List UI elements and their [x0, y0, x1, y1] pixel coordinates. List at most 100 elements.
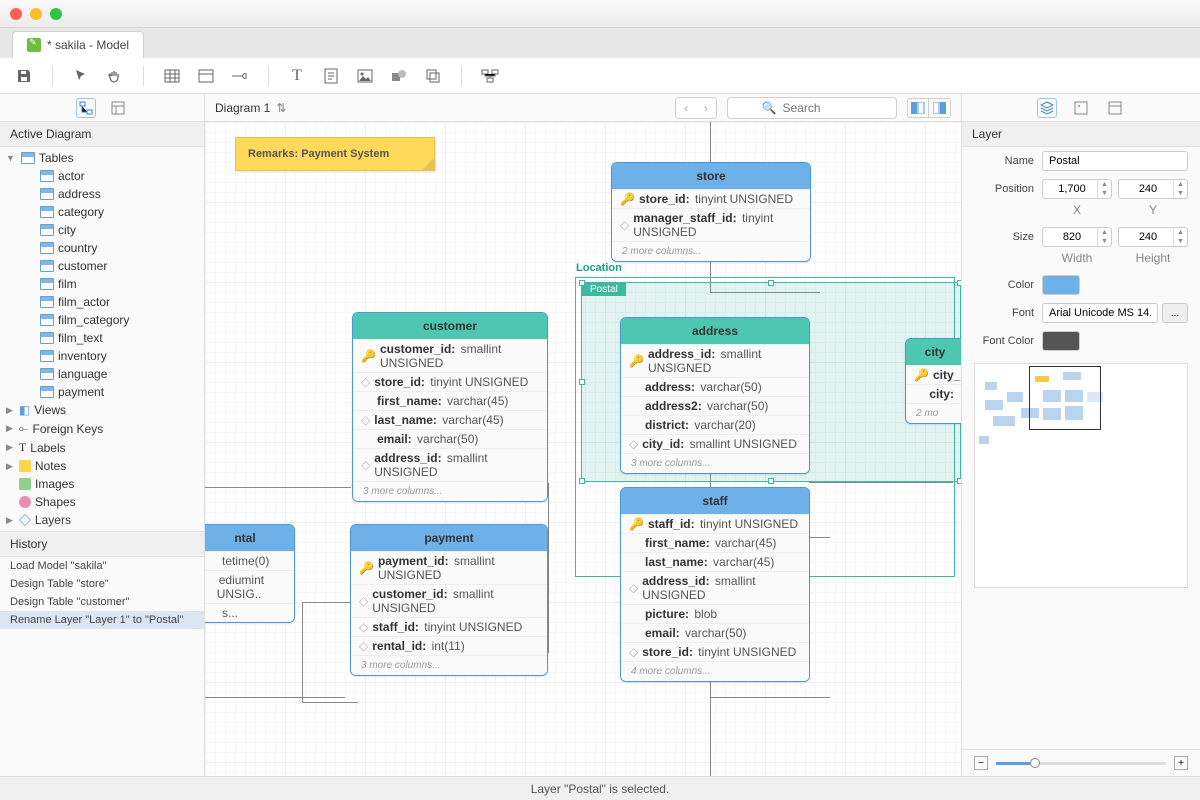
history-item[interactable]: Design Table "store"	[0, 575, 204, 593]
pk-icon: 🔑	[914, 368, 929, 382]
pk-icon: 🔑	[359, 561, 374, 575]
tree-table-item[interactable]: country	[0, 239, 204, 257]
tree-tables-group[interactable]: ▼Tables	[0, 149, 204, 167]
canvas-search[interactable]: 🔍	[727, 97, 897, 119]
table-icon	[40, 368, 54, 380]
entity-more[interactable]: 3 more columns...	[621, 453, 809, 473]
view-tool-icon[interactable]	[196, 66, 216, 86]
entity-more[interactable]: 2 more columns...	[612, 241, 810, 261]
tree-table-item[interactable]: inventory	[0, 347, 204, 365]
table-icon	[40, 332, 54, 344]
tree-table-item[interactable]: film_text	[0, 329, 204, 347]
table-tool-icon[interactable]	[162, 66, 182, 86]
entity-customer[interactable]: customer🔑customer_id: smallint UNSIGNED◇…	[352, 312, 548, 502]
canvas-note[interactable]: Remarks: Payment System	[235, 137, 435, 171]
image-tool-icon[interactable]	[355, 66, 375, 86]
entity-store[interactable]: store🔑store_id: tinyint UNSIGNED◇manager…	[611, 162, 811, 262]
tree-table-item[interactable]: actor	[0, 167, 204, 185]
nav-fwd-icon[interactable]: ›	[696, 98, 716, 118]
pointer-tool-icon[interactable]	[71, 66, 91, 86]
diagram-selector[interactable]: Diagram 1 ⇅	[215, 101, 286, 115]
model-tab-icon[interactable]	[108, 98, 128, 118]
minimize-window-icon[interactable]	[30, 8, 42, 20]
history-item[interactable]: Rename Layer "Layer 1" to "Postal"	[0, 611, 204, 629]
step-up-icon[interactable]: ▲	[1097, 180, 1111, 189]
zoom-out-icon[interactable]: −	[974, 756, 988, 770]
entity-more[interactable]: 4 more columns...	[621, 661, 809, 681]
zoom-in-icon[interactable]: +	[1174, 756, 1188, 770]
entity-staff[interactable]: staff🔑staff_id: tinyint UNSIGNEDfirst_na…	[620, 487, 810, 682]
entity-more[interactable]: 3 more columns...	[353, 481, 547, 501]
tree-views-group[interactable]: ▶◧Views	[0, 401, 204, 419]
step-down-icon[interactable]: ▼	[1173, 189, 1187, 198]
nav-back-icon[interactable]: ‹	[676, 98, 696, 118]
split-left-icon[interactable]	[907, 98, 929, 118]
entity-column: ◇address_id: smallint UNSIGNED	[621, 571, 809, 604]
zoom-window-icon[interactable]	[50, 8, 62, 20]
label-tool-icon[interactable]: T	[287, 66, 307, 86]
prop-name-input[interactable]	[1042, 151, 1188, 171]
tree-table-item[interactable]: customer	[0, 257, 204, 275]
diagram-canvas[interactable]: Remarks: Payment System Location Postal …	[205, 122, 961, 776]
close-window-icon[interactable]	[10, 8, 22, 20]
font-picker-button[interactable]: ...	[1162, 303, 1188, 323]
fk-tool-icon[interactable]	[230, 66, 250, 86]
step-up-icon[interactable]: ▲	[1173, 228, 1187, 237]
tree-shapes-group[interactable]: Shapes	[0, 493, 204, 511]
tree-table-item[interactable]: film_actor	[0, 293, 204, 311]
entity-column: ◇staff_id: tinyint UNSIGNED	[351, 617, 547, 636]
entity-payment[interactable]: payment🔑payment_id: smallint UNSIGNED◇cu…	[350, 524, 548, 676]
tree-table-item[interactable]: payment	[0, 383, 204, 401]
tree-table-item[interactable]: film	[0, 275, 204, 293]
step-down-icon[interactable]: ▼	[1097, 189, 1111, 198]
tree-table-item[interactable]: address	[0, 185, 204, 203]
shape-tool-icon[interactable]	[389, 66, 409, 86]
fontcolor-swatch[interactable]	[1042, 331, 1080, 351]
tree-images-group[interactable]: Images	[0, 475, 204, 493]
save-icon[interactable]	[14, 66, 34, 86]
step-down-icon[interactable]: ▼	[1097, 237, 1111, 246]
step-down-icon[interactable]: ▼	[1173, 237, 1187, 246]
status-bar: Layer "Postal" is selected.	[0, 776, 1200, 800]
tree-fk-group[interactable]: ▶Foreign Keys	[0, 419, 204, 438]
color-swatch[interactable]	[1042, 275, 1080, 295]
tree-notes-group[interactable]: ▶Notes	[0, 457, 204, 475]
prop-font-input[interactable]	[1042, 303, 1158, 323]
diagram-tab-icon[interactable]	[76, 98, 96, 118]
pan-tool-icon[interactable]	[105, 66, 125, 86]
props-tab2-icon[interactable]	[1071, 98, 1091, 118]
entity-rental[interactable]: ntal tetime(0) ediumint UNSIG.. s...	[205, 524, 295, 623]
step-up-icon[interactable]: ▲	[1173, 180, 1187, 189]
tree-labels-group[interactable]: ▶Labels	[0, 438, 204, 457]
entity-more[interactable]: 3 more columns...	[351, 655, 547, 675]
main-toolbar: T	[0, 58, 1200, 94]
note-tool-icon[interactable]	[321, 66, 341, 86]
split-right-icon[interactable]	[929, 98, 951, 118]
document-tab[interactable]: * sakila - Model	[12, 31, 144, 58]
tree-layers-group[interactable]: ▶Layers	[0, 511, 204, 529]
layer-tool-icon[interactable]	[423, 66, 443, 86]
props-tab3-icon[interactable]	[1105, 98, 1125, 118]
pk-icon: 🔑	[620, 192, 635, 206]
props-tab1-icon[interactable]	[1037, 98, 1057, 118]
autolayout-icon[interactable]	[480, 66, 500, 86]
entity-column: ◇store_id: tinyint UNSIGNED	[353, 372, 547, 391]
minimap[interactable]	[974, 363, 1188, 588]
zoom-slider[interactable]	[996, 762, 1166, 765]
tree-table-item[interactable]: category	[0, 203, 204, 221]
entity-column: address2: varchar(50)	[621, 396, 809, 415]
history-item[interactable]: Design Table "customer"	[0, 593, 204, 611]
entity-column: email: varchar(50)	[353, 429, 547, 448]
history-item[interactable]: Load Model "sakila"	[0, 557, 204, 575]
tree-table-item[interactable]: language	[0, 365, 204, 383]
entity-title: customer	[353, 313, 547, 339]
entity-city[interactable]: city🔑city_id: city: 2 mo	[905, 338, 961, 424]
entity-address[interactable]: address🔑address_id: smallint UNSIGNEDadd…	[620, 317, 810, 474]
search-input[interactable]	[782, 101, 862, 115]
tree-table-item[interactable]: film_category	[0, 311, 204, 329]
minimap-viewport[interactable]	[1029, 366, 1101, 430]
step-up-icon[interactable]: ▲	[1097, 228, 1111, 237]
entity-column: address: varchar(50)	[621, 377, 809, 396]
tree-table-item[interactable]: city	[0, 221, 204, 239]
entity-more[interactable]: 2 mo	[906, 403, 961, 423]
